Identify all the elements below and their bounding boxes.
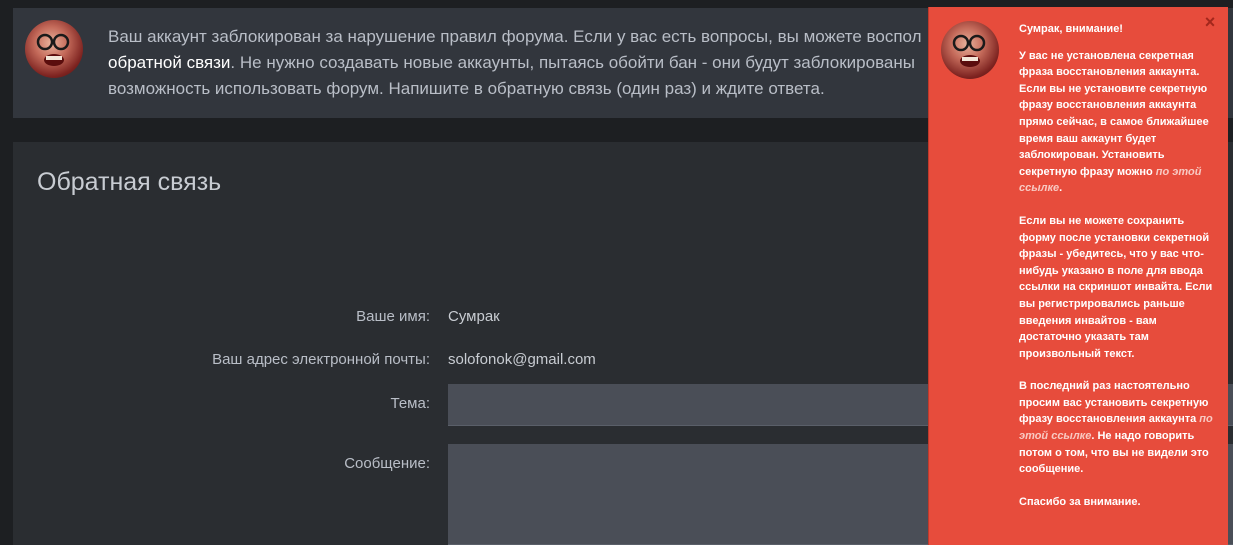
message-label: Сообщение: [344, 455, 430, 472]
alert-text: . [1059, 182, 1063, 195]
alert-title: Сумрак, внимание! [1019, 23, 1123, 35]
alert-body: Сумрак, внимание! У вас не установлена с… [1019, 21, 1221, 510]
page-title: Обратная связь [37, 168, 222, 196]
alert-paragraph-1: У вас не установлена секретная фраза вос… [1019, 48, 1221, 197]
alert-text: У вас не установлена секретная фраза вос… [1019, 49, 1209, 178]
avatar-face-icon [952, 34, 986, 67]
feedback-link[interactable]: обратной связи [108, 53, 230, 72]
alert-paragraph-4: Спасибо за внимание. [1019, 495, 1141, 508]
subject-label: Тема: [390, 395, 431, 412]
name-label: Ваше имя: [356, 308, 430, 325]
alert-text: В последний раз настоятельно просим вас … [1019, 380, 1209, 426]
email-label: Ваш адрес электронной почты: [212, 351, 430, 368]
user-avatar [25, 20, 83, 78]
alert-paragraph-3: В последний раз настоятельно просим вас … [1019, 378, 1221, 478]
email-value: solofonok@gmail.com [448, 351, 596, 368]
avatar-face-icon [36, 33, 70, 66]
notice-text-part: . Не нужно создавать новые аккаунты, пыт… [230, 53, 915, 72]
alert-avatar [941, 21, 999, 79]
alert-paragraph-2: Если вы не можете сохранить форму после … [1019, 214, 1213, 360]
security-alert-popup: × Сумрак, внимание! У вас не установлена… [928, 7, 1228, 545]
name-value: Сумрак [448, 308, 500, 325]
notice-text-part: Ваш аккаунт заблокирован за нарушение пр… [108, 27, 922, 46]
